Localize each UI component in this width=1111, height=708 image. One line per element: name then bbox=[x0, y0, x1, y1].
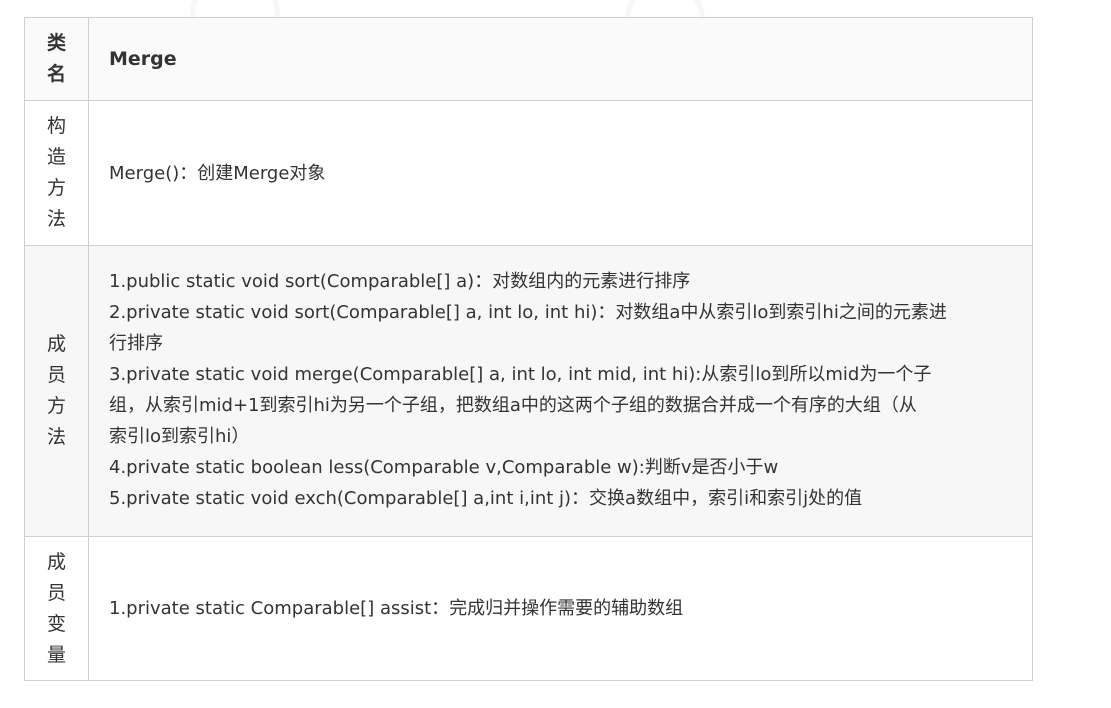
method-line: 3.private static void merge(Comparable[]… bbox=[109, 364, 932, 385]
method-line: 4.private static boolean less(Comparable… bbox=[109, 457, 779, 478]
constructor-label-char: 构 bbox=[46, 115, 66, 137]
fields-label-char: 员 bbox=[46, 581, 66, 604]
class-name-cell: Merge bbox=[88, 17, 1033, 101]
method-line: 2.private static void sort(Comparable[] … bbox=[109, 302, 947, 323]
methods-label-char: 法 bbox=[46, 426, 66, 448]
constructor-label-char: 方 bbox=[46, 177, 66, 199]
header-label-char: 类 bbox=[46, 32, 66, 54]
member-methods-row: 成 员 方 法 1.public static void sort(Compar… bbox=[24, 245, 1033, 537]
method-line: 组，从索引mid+1到索引hi为另一个子组，把数组a中的这两个子组的数据合并成一… bbox=[109, 395, 917, 416]
method-line: 5.private static void exch(Comparable[] … bbox=[109, 488, 863, 509]
methods-label-char: 成 bbox=[46, 333, 66, 355]
header-label-char: 名 bbox=[46, 63, 66, 85]
method-line: 行排序 bbox=[109, 333, 163, 354]
methods-value-cell: 1.public static void sort(Comparable[] a… bbox=[88, 245, 1033, 537]
methods-label-char: 员 bbox=[46, 364, 66, 386]
fields-label-char: 成 bbox=[46, 550, 66, 573]
table-header-row: 类 名 Merge bbox=[24, 17, 1033, 101]
method-line: 1.public static void sort(Comparable[] a… bbox=[109, 271, 691, 292]
fields-value-cell: 1.private static Comparable[] assist：完成归… bbox=[88, 536, 1033, 681]
header-label-cell: 类 名 bbox=[24, 17, 89, 101]
fields-label-char: 变 bbox=[46, 612, 66, 635]
page: 类 名 Merge 构 造 方 法 Merge()：创建Merge对象 成 员 … bbox=[0, 0, 1111, 708]
constructor-row: 构 造 方 法 Merge()：创建Merge对象 bbox=[24, 100, 1033, 246]
fields-label-char: 量 bbox=[46, 643, 66, 666]
constructor-value-cell: Merge()：创建Merge对象 bbox=[88, 100, 1033, 246]
fields-label-cell: 成 员 变 量 bbox=[24, 536, 89, 681]
method-line: 索引lo到索引hi） bbox=[109, 426, 250, 447]
member-fields-row: 成 员 变 量 1.private static Comparable[] as… bbox=[24, 536, 1033, 681]
constructor-label-char: 法 bbox=[46, 208, 66, 230]
constructor-label-cell: 构 造 方 法 bbox=[24, 100, 89, 246]
constructor-label-char: 造 bbox=[46, 146, 66, 168]
class-api-table: 类 名 Merge 构 造 方 法 Merge()：创建Merge对象 成 员 … bbox=[24, 17, 1033, 681]
methods-label-cell: 成 员 方 法 bbox=[24, 245, 89, 537]
methods-label-char: 方 bbox=[46, 395, 66, 417]
